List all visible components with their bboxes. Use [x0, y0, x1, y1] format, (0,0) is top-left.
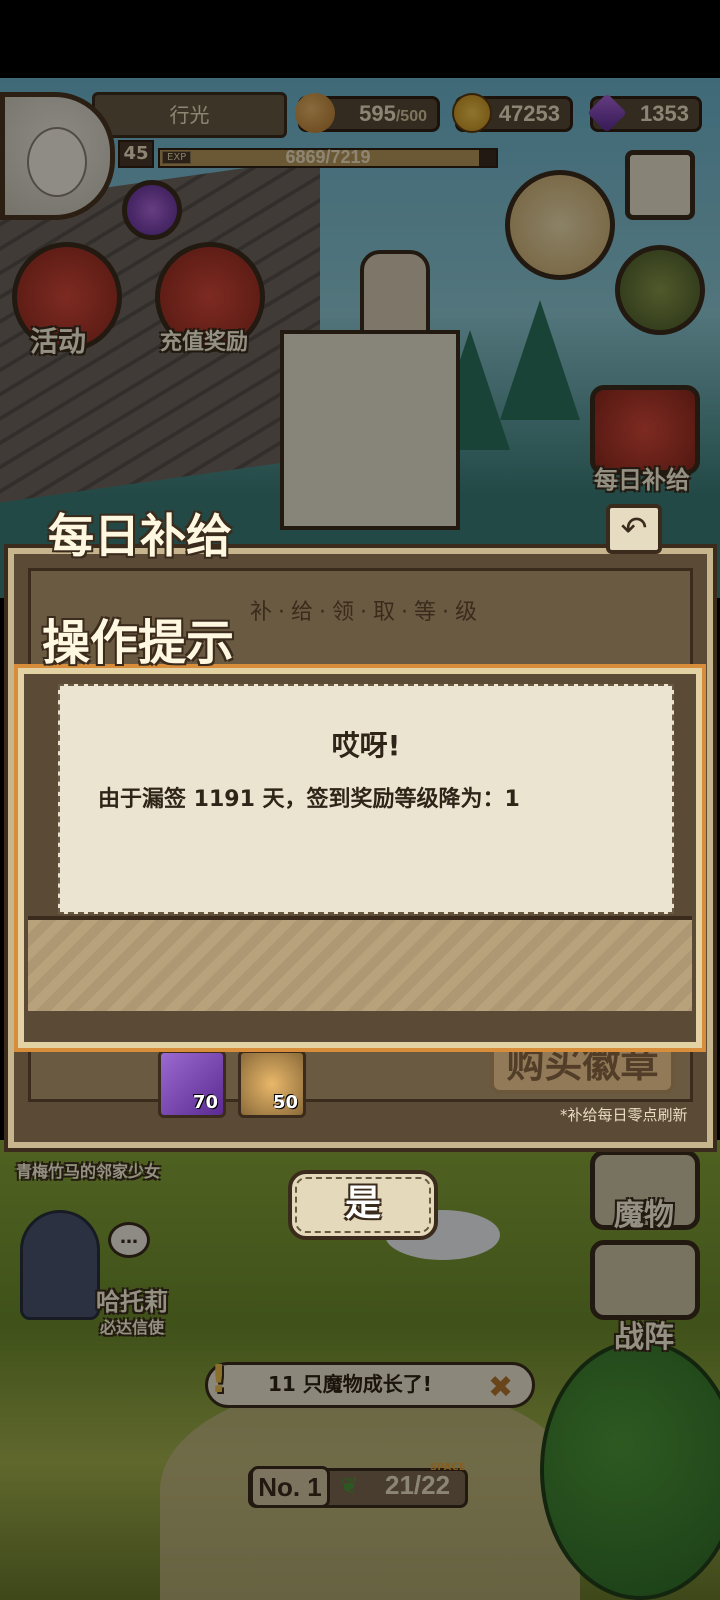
- daily-tier-label: 补·给·领·取·等·级: [250, 600, 483, 625]
- dialog-heading: 哎呀!: [331, 729, 401, 762]
- reward-slot-bread[interactable]: 50: [238, 1050, 306, 1118]
- status-bar: [0, 0, 720, 78]
- reward-count: 50: [272, 1092, 298, 1113]
- game-screen: 行光 595/500 47253 1353 45 EXP 6869/7219 活…: [0, 0, 720, 1600]
- hint-dialog: 哎呀! 由于漏签 1191 天，签到奖励等级降为：1 是: [14, 664, 706, 1240]
- back-arrow-icon[interactable]: ↶: [606, 504, 662, 554]
- daily-panel-title: 每日补给: [48, 509, 232, 563]
- dialog-paper: 哎呀! 由于漏签 1191 天，签到奖励等级降为：1: [58, 684, 674, 914]
- dialog-title: 操作提示: [42, 615, 235, 671]
- confirm-yes-button[interactable]: 是: [288, 1170, 438, 1240]
- dialog-footer: 是: [28, 916, 692, 1240]
- reward-slot-gems[interactable]: 70: [158, 1050, 226, 1118]
- refresh-note: *补给每日零点刷新: [560, 1106, 688, 1124]
- dialog-message: 由于漏签 1191 天，签到奖励等级降为：1: [98, 787, 520, 812]
- reward-count: 70: [192, 1092, 218, 1113]
